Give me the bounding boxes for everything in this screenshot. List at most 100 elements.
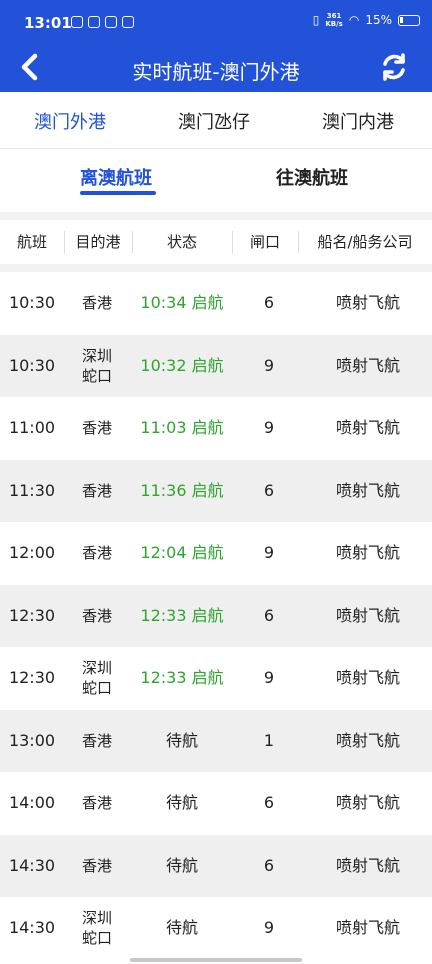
- flight-status: 10:34 启航: [140, 293, 224, 313]
- net-speed-value: 361: [326, 12, 342, 20]
- flight-time: 13:00: [8, 730, 56, 750]
- destination: 深圳蛇口: [81, 346, 112, 385]
- status-time: 13:01: [24, 14, 72, 32]
- gate: 9: [263, 918, 275, 938]
- ship-company: 喷射飞航: [335, 543, 400, 563]
- gate: 6: [263, 480, 275, 500]
- table-header: 航班 目的港 状态 闸口 船名/船务公司: [0, 220, 432, 264]
- tab-departures[interactable]: 离澳航班: [80, 164, 152, 190]
- tab-macau-outer-harbour[interactable]: 澳门外港: [34, 108, 106, 134]
- gate: 6: [263, 293, 275, 313]
- flight-status: 11:36 启航: [140, 480, 224, 500]
- vibrate-icon: ▯: [312, 13, 320, 27]
- flight-time: 11:00: [8, 418, 56, 438]
- ship-company: 喷射飞航: [335, 605, 400, 625]
- table-row[interactable]: 14:30 香港 待航 6 喷射飞航: [0, 834, 432, 897]
- status-right: ▯ 361 KB/s ◠ 15%: [313, 12, 420, 28]
- table-row[interactable]: 10:30 香港 10:34 启航 6 喷射飞航: [0, 272, 432, 335]
- notification-icons: [71, 16, 134, 28]
- ship-company: 喷射飞航: [335, 668, 400, 688]
- tab-macau-taipa[interactable]: 澳门氹仔: [178, 108, 250, 134]
- gate: 6: [263, 793, 275, 813]
- ship-company: 喷射飞航: [335, 793, 400, 813]
- flight-status: 12:33 启航: [140, 668, 224, 688]
- gate: 6: [263, 855, 275, 875]
- table-row[interactable]: 12:00 香港 12:04 启航 9 喷射飞航: [0, 522, 432, 585]
- ship-company: 喷射飞航: [335, 418, 400, 438]
- gate: 1: [263, 730, 275, 750]
- destination: 深圳蛇口: [81, 659, 112, 698]
- destination: 香港: [81, 606, 112, 625]
- flight-status: 待航: [165, 918, 198, 938]
- flight-status: 12:04 启航: [140, 543, 224, 563]
- flight-time: 12:00: [8, 543, 56, 563]
- destination: 香港: [81, 856, 112, 875]
- page-title: 实时航班-澳门外港: [132, 60, 300, 84]
- ship-company: 喷射飞航: [335, 293, 400, 313]
- destination: 香港: [81, 481, 112, 500]
- net-speed: 361 KB/s: [325, 12, 342, 28]
- divider: [0, 212, 432, 220]
- gate: 9: [263, 668, 275, 688]
- destination: 深圳蛇口: [81, 909, 112, 948]
- app-header: 实时航班-澳门外港: [0, 44, 432, 92]
- gate: 9: [263, 418, 275, 438]
- table-row[interactable]: 14:00 香港 待航 6 喷射飞航: [0, 772, 432, 835]
- col-header-ship: 船名/船务公司: [298, 220, 432, 264]
- active-tab-indicator: [80, 191, 156, 195]
- flight-status: 待航: [165, 855, 198, 875]
- divider: [0, 264, 432, 272]
- destination: 香港: [81, 794, 112, 813]
- flight-time: 11:30: [8, 480, 56, 500]
- flight-status: 待航: [165, 730, 198, 750]
- app-notification-icon: [122, 16, 134, 28]
- flight-status: 10:32 启航: [140, 355, 224, 375]
- port-tabs: 澳门外港 澳门氹仔 澳门内港: [0, 92, 432, 149]
- table-row[interactable]: 13:00 香港 待航 1 喷射飞航: [0, 709, 432, 772]
- ship-company: 喷射飞航: [335, 480, 400, 500]
- col-header-status: 状态: [132, 220, 232, 264]
- flight-status: 12:33 启航: [140, 605, 224, 625]
- col-header-gate: 闸口: [232, 220, 298, 264]
- ship-company: 喷射飞航: [335, 855, 400, 875]
- table-row[interactable]: 14:30 深圳蛇口 待航 9 喷射飞航: [0, 897, 432, 960]
- gate: 6: [263, 605, 275, 625]
- flight-table-body: 10:30 香港 10:34 启航 6 喷射飞航 10:30 深圳蛇口 10:3…: [0, 272, 432, 960]
- app-notification-icon: [71, 16, 83, 28]
- flight-status: 11:03 启航: [140, 418, 224, 438]
- destination: 香港: [81, 731, 112, 750]
- flight-time: 10:30: [8, 355, 56, 375]
- col-header-flight: 航班: [16, 233, 47, 251]
- col-header-destination: 目的港: [64, 220, 132, 264]
- tab-macau-inner-harbour[interactable]: 澳门内港: [322, 108, 394, 134]
- flight-time: 12:30: [8, 668, 56, 688]
- flight-time: 12:30: [8, 605, 56, 625]
- flight-time: 14:30: [8, 855, 56, 875]
- mail-icon: [105, 16, 117, 28]
- flight-status: 待航: [165, 793, 198, 813]
- direction-tabs: 离澳航班 往澳航班: [0, 149, 432, 212]
- scroll-indicator[interactable]: [130, 958, 302, 962]
- table-row[interactable]: 10:30 深圳蛇口 10:32 启航 9 喷射飞航: [0, 334, 432, 397]
- flight-time: 14:00: [8, 793, 56, 813]
- refresh-icon[interactable]: [378, 51, 410, 83]
- tab-arrivals[interactable]: 往澳航班: [276, 164, 348, 190]
- destination: 香港: [81, 419, 112, 438]
- table-row[interactable]: 11:00 香港 11:03 启航 9 喷射飞航: [0, 397, 432, 460]
- ship-company: 喷射飞航: [335, 355, 400, 375]
- table-row[interactable]: 12:30 深圳蛇口 12:33 启航 9 喷射飞航: [0, 647, 432, 710]
- flight-time: 14:30: [8, 918, 56, 938]
- table-row[interactable]: 12:30 香港 12:33 启航 6 喷射飞航: [0, 584, 432, 647]
- destination: 香港: [81, 294, 112, 313]
- flight-time: 10:30: [8, 293, 56, 313]
- app-notification-icon: [88, 16, 100, 28]
- gate: 9: [263, 543, 275, 563]
- table-row[interactable]: 11:30 香港 11:36 启航 6 喷射飞航: [0, 459, 432, 522]
- net-speed-unit: KB/s: [325, 20, 343, 28]
- battery-text: 15%: [365, 13, 392, 27]
- gate: 9: [263, 355, 275, 375]
- status-bar: 13:01 ▯ 361 KB/s ◠ 15%: [0, 0, 432, 44]
- battery-icon: [398, 14, 420, 26]
- ship-company: 喷射飞航: [335, 730, 400, 750]
- wifi-icon: ◠: [348, 13, 360, 27]
